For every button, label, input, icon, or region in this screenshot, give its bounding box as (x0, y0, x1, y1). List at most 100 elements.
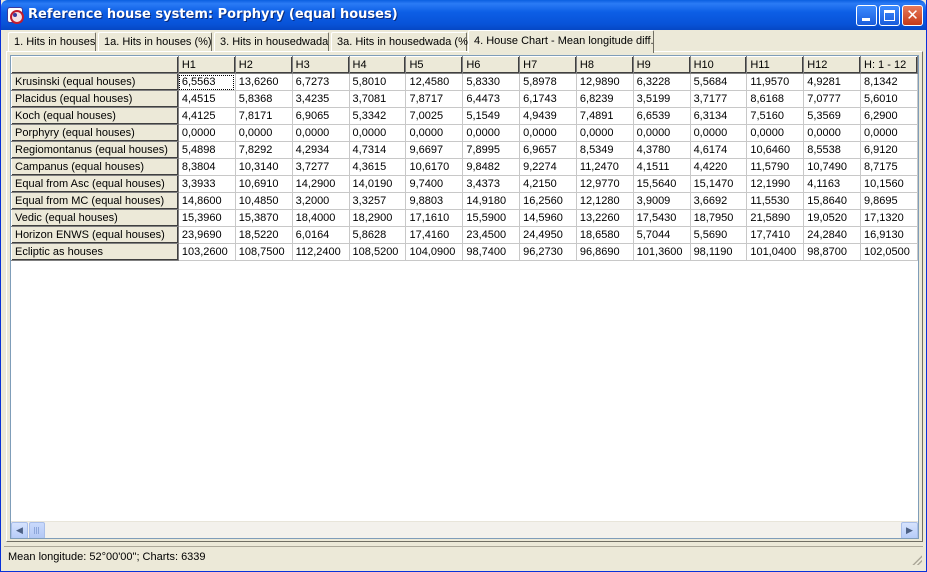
grid-cell[interactable]: 4,2150 (519, 175, 577, 193)
grid-cell[interactable]: 0,0000 (689, 124, 748, 142)
grid-cell[interactable]: 0,0000 (860, 124, 918, 142)
tab-hits-in-housedwada[interactable]: 3. Hits in housedwada (214, 32, 329, 52)
column-header-h11[interactable]: H11 (746, 56, 805, 74)
grid-cell[interactable]: 6,3134 (689, 107, 748, 125)
grid-cell[interactable]: 11,5530 (746, 192, 805, 210)
grid-cell[interactable]: 102,0500 (860, 243, 918, 261)
grid-cell[interactable]: 3,5199 (632, 90, 691, 108)
grid-cell[interactable]: 4,1511 (632, 158, 691, 176)
grid-cell[interactable]: 96,8690 (575, 243, 634, 261)
column-header-h7[interactable]: H7 (519, 56, 577, 74)
grid-cell[interactable]: 5,8330 (462, 73, 521, 91)
grid-cell[interactable]: 6,5563 (177, 73, 236, 91)
grid-cell[interactable]: 17,1610 (405, 209, 464, 227)
grid-cell[interactable]: 0,0000 (348, 124, 407, 142)
grid-cell[interactable]: 3,3257 (348, 192, 407, 210)
column-header-h12[interactable]: H12 (803, 56, 861, 74)
grid-cell[interactable]: 9,7400 (405, 175, 464, 193)
grid-cell[interactable]: 0,0000 (177, 124, 236, 142)
grid-cell[interactable]: 8,6168 (746, 90, 805, 108)
grid-cell[interactable]: 3,4235 (291, 90, 350, 108)
grid-cell[interactable]: 10,6170 (405, 158, 464, 176)
scroll-right-button[interactable]: ▶ (901, 522, 918, 538)
grid-cell[interactable]: 10,6460 (746, 141, 805, 159)
grid-cell[interactable]: 7,8292 (234, 141, 293, 159)
tab-hits-in-houses-percent[interactable]: 1a. Hits in houses (%) (98, 32, 212, 52)
grid-cell[interactable]: 15,3960 (177, 209, 236, 227)
row-header[interactable]: Horizon ENWS (equal houses) (11, 226, 179, 244)
grid-cell[interactable]: 12,4580 (405, 73, 464, 91)
grid-cell[interactable]: 9,2274 (519, 158, 577, 176)
grid-cell[interactable]: 5,8368 (234, 90, 293, 108)
grid-cell[interactable]: 8,5538 (803, 141, 861, 159)
data-grid[interactable]: H1 H2 H3 H4 H5 H6 H7 H8 H9 H10 H11 H12 H… (10, 55, 919, 539)
grid-cell[interactable]: 13,6260 (234, 73, 293, 91)
horizontal-scrollbar[interactable]: ◀ ▶ (11, 521, 918, 538)
grid-cell[interactable]: 11,9570 (746, 73, 805, 91)
row-header[interactable]: Equal from Asc (equal houses) (11, 175, 179, 193)
column-header-h9[interactable]: H9 (632, 56, 691, 74)
column-header-h2[interactable]: H2 (234, 56, 293, 74)
grid-cell[interactable]: 4,2934 (291, 141, 350, 159)
grid-cell[interactable]: 12,9890 (575, 73, 634, 91)
grid-cell[interactable]: 98,8700 (803, 243, 861, 261)
grid-cell[interactable]: 12,9770 (575, 175, 634, 193)
grid-cell[interactable]: 6,9120 (860, 141, 918, 159)
row-header[interactable]: Krusinski (equal houses) (11, 73, 179, 91)
grid-cell[interactable]: 16,9130 (860, 226, 918, 244)
grid-cell[interactable]: 6,3228 (632, 73, 691, 91)
grid-cell[interactable]: 3,7277 (291, 158, 350, 176)
row-header[interactable]: Ecliptic as houses (11, 243, 179, 261)
row-header[interactable]: Vedic (equal houses) (11, 209, 179, 227)
grid-cell[interactable]: 6,7273 (291, 73, 350, 91)
grid-cell[interactable]: 23,4500 (462, 226, 521, 244)
grid-cell[interactable]: 17,1320 (860, 209, 918, 227)
scroll-thumb[interactable] (29, 522, 45, 538)
grid-cell[interactable]: 5,8628 (348, 226, 407, 244)
grid-cell[interactable]: 14,8600 (177, 192, 236, 210)
grid-cell[interactable]: 0,0000 (632, 124, 691, 142)
grid-cell[interactable]: 108,5200 (348, 243, 407, 261)
grid-cell[interactable]: 0,0000 (405, 124, 464, 142)
scroll-left-button[interactable]: ◀ (11, 522, 28, 538)
grid-cell[interactable]: 10,6910 (234, 175, 293, 193)
column-header-h1[interactable]: H1 (177, 56, 236, 74)
row-header[interactable]: Placidus (equal houses) (11, 90, 179, 108)
column-header-h4[interactable]: H4 (348, 56, 407, 74)
grid-cell[interactable]: 6,6539 (632, 107, 691, 125)
grid-cell[interactable]: 4,4220 (689, 158, 748, 176)
grid-cell[interactable]: 18,5220 (234, 226, 293, 244)
grid-cell[interactable]: 11,5790 (746, 158, 805, 176)
grid-cell[interactable]: 4,4515 (177, 90, 236, 108)
grid-cell[interactable]: 7,0777 (803, 90, 861, 108)
grid-cell[interactable]: 14,5960 (519, 209, 577, 227)
row-header[interactable]: Equal from MC (equal houses) (11, 192, 179, 210)
grid-cell[interactable]: 10,7490 (803, 158, 861, 176)
grid-cell[interactable]: 6,2900 (860, 107, 918, 125)
grid-cell[interactable]: 7,8717 (405, 90, 464, 108)
grid-cell[interactable]: 7,8995 (462, 141, 521, 159)
grid-cell[interactable]: 0,0000 (746, 124, 805, 142)
grid-cell[interactable]: 101,0400 (746, 243, 805, 261)
grid-cell[interactable]: 15,5900 (462, 209, 521, 227)
grid-cell[interactable]: 3,2000 (291, 192, 350, 210)
grid-cell[interactable]: 4,9439 (519, 107, 577, 125)
grid-cell[interactable]: 14,0190 (348, 175, 407, 193)
grid-cell[interactable]: 18,4000 (291, 209, 350, 227)
grid-cell[interactable]: 3,3933 (177, 175, 236, 193)
grid-cell[interactable]: 3,4373 (462, 175, 521, 193)
corner-header[interactable] (11, 56, 179, 74)
grid-cell[interactable]: 7,4891 (575, 107, 634, 125)
grid-cell[interactable]: 6,0164 (291, 226, 350, 244)
column-header-h10[interactable]: H10 (689, 56, 748, 74)
app-icon[interactable] (7, 7, 24, 24)
grid-cell[interactable]: 9,8482 (462, 158, 521, 176)
grid-cell[interactable]: 6,9065 (291, 107, 350, 125)
grid-cell[interactable]: 18,6580 (575, 226, 634, 244)
grid-cell[interactable]: 112,2400 (291, 243, 350, 261)
grid-cell[interactable]: 6,8239 (575, 90, 634, 108)
grid-cell[interactable]: 23,9690 (177, 226, 236, 244)
grid-cell[interactable]: 3,7177 (689, 90, 748, 108)
grid-cell[interactable]: 7,0025 (405, 107, 464, 125)
tab-hits-in-houses[interactable]: 1. Hits in houses (8, 32, 96, 52)
